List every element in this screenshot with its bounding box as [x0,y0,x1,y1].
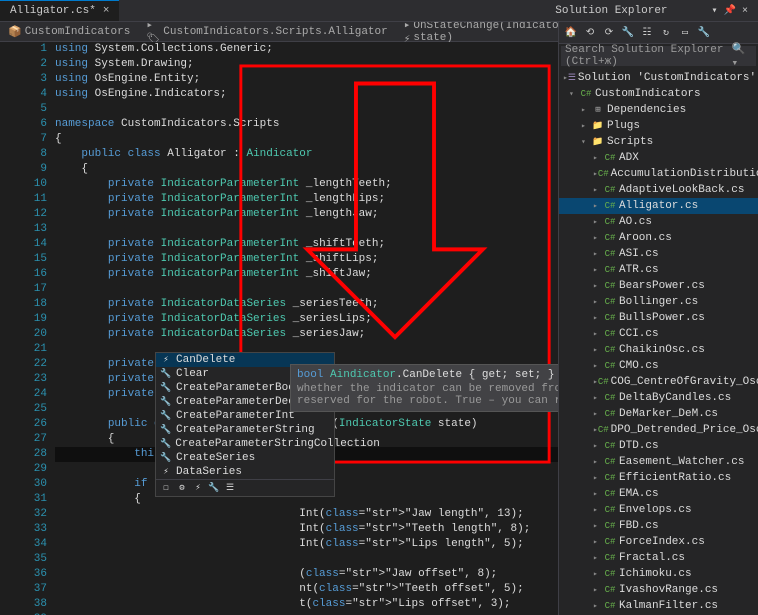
tree-item[interactable]: ▸C#KalmanFilter.cs [559,598,758,614]
intellisense-filter-icon[interactable]: ⚙ [176,482,188,494]
tree-item[interactable]: ▸C#DeMarker_DeM.cs [559,406,758,422]
show-all-icon[interactable]: ☷ [639,25,655,41]
tree-item[interactable]: ▸C#Envelops.cs [559,502,758,518]
sync-icon[interactable]: ⟳ [601,25,617,41]
tree-item[interactable]: ▸C#Ichimoku.cs [559,566,758,582]
intellisense-item[interactable]: 🔧CreateParameterString [156,423,334,437]
tree-item[interactable]: ▸C#Alligator.cs [559,198,758,214]
home-icon[interactable]: 🏠 [563,25,579,41]
properties-icon[interactable]: 🔧 [696,25,712,41]
intellisense-filter-icon[interactable]: 🔧 [208,482,220,494]
tree-item[interactable]: ▸C#AccumulationDistribution.cs [559,166,758,182]
tree-item[interactable]: ▸C#ForceIndex.cs [559,534,758,550]
quickinfo-tooltip: bool Aindicator.CanDelete { get; set; } … [290,364,558,412]
tree-item[interactable]: ▸C#ADX [559,150,758,166]
tree-item[interactable]: ▸C#FBD.cs [559,518,758,534]
tree-item[interactable]: ▸C#DeltaByCandles.cs [559,390,758,406]
editor-tabs: Alligator.cs* × Solution Explorer ▾ 📌 × [0,0,758,22]
tree-item[interactable]: ▸C#Aroon.cs [559,230,758,246]
bc-project[interactable]: 📦 CustomIndicators [0,25,138,39]
tree-item[interactable]: ▸C#Fractal.cs [559,550,758,566]
tree-item[interactable]: ▸C#DPO_Detrended_Price_Oscillator.cs [559,422,758,438]
pin-icon[interactable]: ▾ 📌 × [712,5,748,17]
tree-item[interactable]: ▸C#BullsPower.cs [559,310,758,326]
tree-item[interactable]: ▾C#CustomIndicators [559,86,758,102]
tree-item[interactable]: ▸C#Bollinger.cs [559,294,758,310]
solution-explorer-title: Solution Explorer ▾ 📌 × [545,0,758,21]
intellisense-filter-icon[interactable]: ☰ [224,482,236,494]
tree-item[interactable]: ▸C#IvashovRange.cs [559,582,758,598]
close-icon[interactable]: × [103,5,110,17]
solution-search[interactable]: Search Solution Explorer (Ctrl+ж) 🔍 ▾ [561,46,756,66]
code-editor[interactable]: 1234567891011121314151617181920212223242… [0,42,558,615]
tree-item[interactable]: ▸C#AdaptiveLookBack.cs [559,182,758,198]
tab-label: Alligator.cs* [10,5,96,17]
tree-item[interactable]: ▸C#EMA.cs [559,486,758,502]
tree-item[interactable]: ▸⊞Dependencies [559,102,758,118]
tree-item[interactable]: ▸C#BearsPower.cs [559,278,758,294]
tab-alligator[interactable]: Alligator.cs* × [0,0,119,21]
search-dropdown-icon[interactable]: 🔍 ▾ [731,42,752,70]
tree-item[interactable]: ▸C#ASI.cs [559,246,758,262]
line-numbers: 1234567891011121314151617181920212223242… [0,42,55,615]
solution-tree[interactable]: ▸☰Solution 'CustomIndicators' (1 of 1 pr… [559,68,758,615]
solution-toolbar: 🏠 ⟲ ⟳ 🔧 ☷ ↻ ▭ 🔧 [559,22,758,44]
tree-item[interactable]: ▸C#CMO.cs [559,358,758,374]
intellisense-filter-icon[interactable]: ☐ [160,482,172,494]
solution-explorer: 🏠 ⟲ ⟳ 🔧 ☷ ↻ ▭ 🔧 Search Solution Explorer… [558,22,758,615]
tree-item[interactable]: ▸☰Solution 'CustomIndicators' (1 of 1 pr… [559,70,758,86]
back-icon[interactable]: ⟲ [582,25,598,41]
intellisense-filter-icon[interactable]: ⚡ [192,482,204,494]
collapse-icon[interactable]: ▭ [677,25,693,41]
tree-item[interactable]: ▾📁Scripts [559,134,758,150]
tree-item[interactable]: ▸C#ChaikinOsc.cs [559,342,758,358]
main-area: 📦 CustomIndicators ▸ 🏷 CustomIndicators.… [0,22,758,615]
intellisense-item[interactable]: 🔧CreateParameterStringCollection [156,437,334,451]
tree-item[interactable]: ▸C#EfficientRatio.cs [559,470,758,486]
tool-icon[interactable]: 🔧 [620,25,636,41]
intellisense-item[interactable]: ⚡DataSeries [156,465,334,479]
breadcrumb: 📦 CustomIndicators ▸ 🏷 CustomIndicators.… [0,22,558,42]
tree-item[interactable]: ▸C#COG_CentreOfGravity_Oscr.cs [559,374,758,390]
refresh-icon[interactable]: ↻ [658,25,674,41]
tree-item[interactable]: ▸C#ATR.cs [559,262,758,278]
tree-item[interactable]: ▸C#CCI.cs [559,326,758,342]
tree-item[interactable]: ▸C#AO.cs [559,214,758,230]
intellisense-item[interactable]: 🔧CreateSeries [156,451,334,465]
code-area[interactable]: using System.Collections.Generic;using S… [55,42,558,615]
tree-item[interactable]: ▸C#DTD.cs [559,438,758,454]
tree-item[interactable]: ▸📁Plugs [559,118,758,134]
tree-item[interactable]: ▸C#Easement_Watcher.cs [559,454,758,470]
